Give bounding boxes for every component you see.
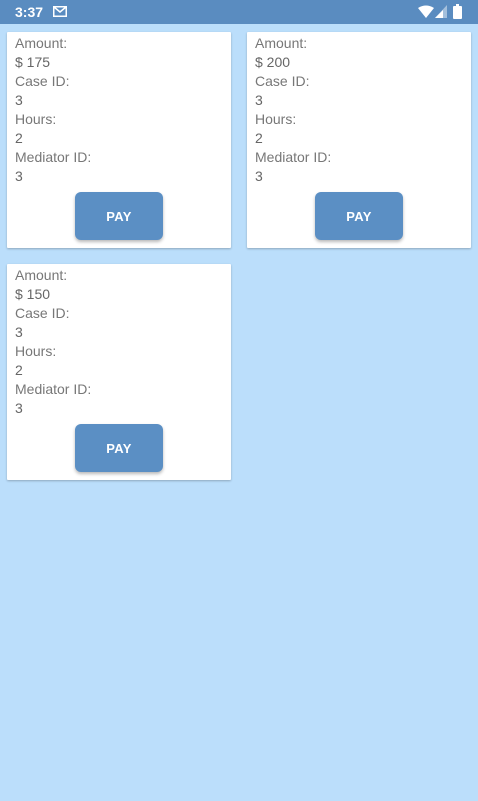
- signal-icon: [435, 5, 447, 18]
- mediator-id-label: Mediator ID:: [15, 381, 92, 397]
- case-id-label: Case ID:: [15, 73, 70, 89]
- case-id-value: 3: [15, 92, 23, 108]
- pay-button[interactable]: PAY: [75, 192, 163, 240]
- amount-label: Amount:: [255, 35, 308, 51]
- mediator-id-label: Mediator ID:: [255, 149, 332, 165]
- payment-card: Amount: $ 175 Case ID: 3 Hours: 2 Mediat…: [7, 32, 231, 248]
- wifi-icon: [418, 5, 434, 18]
- hours-value: 2: [255, 130, 263, 146]
- case-id-label: Case ID:: [15, 305, 70, 321]
- status-bar: 3:37: [0, 0, 478, 24]
- amount-value: $ 150: [15, 286, 51, 302]
- pay-button[interactable]: PAY: [315, 192, 403, 240]
- payment-card: Amount: $ 200 Case ID: 3 Hours: 2 Mediat…: [247, 32, 471, 248]
- battery-icon: [453, 4, 462, 19]
- amount-label: Amount:: [15, 35, 68, 51]
- hours-label: Hours:: [15, 343, 57, 359]
- mediator-id-value: 3: [15, 168, 23, 184]
- pay-button[interactable]: PAY: [75, 424, 163, 472]
- amount-value: $ 175: [15, 54, 51, 70]
- hours-value: 2: [15, 130, 23, 146]
- case-id-label: Case ID:: [255, 73, 310, 89]
- mail-icon: [53, 6, 67, 17]
- mediator-id-label: Mediator ID:: [15, 149, 92, 165]
- hours-label: Hours:: [15, 111, 57, 127]
- mediator-id-value: 3: [255, 168, 263, 184]
- case-id-value: 3: [255, 92, 263, 108]
- hours-label: Hours:: [255, 111, 297, 127]
- status-time: 3:37: [15, 4, 44, 20]
- hours-value: 2: [15, 362, 23, 378]
- amount-value: $ 200: [255, 54, 291, 70]
- case-id-value: 3: [15, 324, 23, 340]
- amount-label: Amount:: [15, 267, 68, 283]
- payment-card: Amount: $ 150 Case ID: 3 Hours: 2 Mediat…: [7, 264, 231, 480]
- mediator-id-value: 3: [15, 400, 23, 416]
